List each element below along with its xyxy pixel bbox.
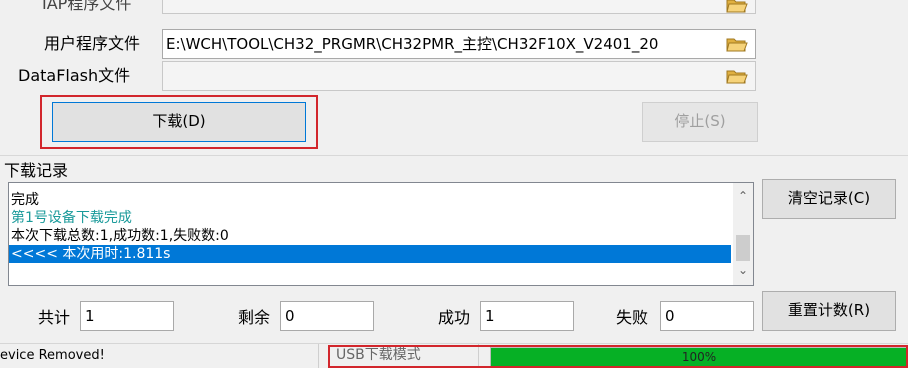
folder-open-icon[interactable] (726, 0, 748, 14)
success-count-field: 1 (480, 301, 574, 331)
group-divider (0, 155, 908, 156)
scroll-up-icon[interactable]: ⌃ (733, 189, 753, 203)
total-count-field: 1 (80, 301, 174, 331)
remaining-count-field: 0 (280, 301, 374, 331)
user-program-path-field[interactable]: E:\WCH\TOOL\CH32_PRGMR\CH32PMR_主控\CH32F1… (162, 29, 756, 59)
download-button[interactable]: 下载(D) (52, 102, 306, 142)
dataflash-path-field[interactable] (162, 61, 756, 91)
stop-button[interactable]: 停止(S) (642, 102, 758, 142)
status-message: evice Removed! (0, 348, 105, 363)
log-scrollbar[interactable]: ⌃ ⌄ (733, 183, 753, 285)
fail-label: 失败 (616, 308, 649, 327)
log-line: 本次下载总数:1,成功数:1,失败数:0 (11, 228, 229, 244)
download-log-list[interactable]: 完成 第1号设备下载完成 本次下载总数:1,成功数:1,失败数:0 <<<< 本… (8, 182, 754, 286)
dataflash-label: DataFlash文件 (18, 66, 131, 85)
folder-open-icon[interactable] (726, 67, 748, 85)
status-divider (318, 344, 319, 368)
log-line-selected: <<<< 本次用时:1.811s (9, 245, 731, 263)
user-program-label: 用户程序文件 (44, 34, 141, 53)
iap-file-label: IAP程序文件 (42, 0, 132, 13)
log-line: 完成 (11, 192, 39, 208)
folder-open-icon[interactable] (726, 35, 748, 53)
log-group-label: 下载记录 (4, 161, 69, 180)
annotation-highlight-box (328, 345, 908, 368)
scroll-down-icon[interactable]: ⌄ (733, 263, 753, 277)
success-label: 成功 (438, 308, 471, 327)
log-line: 第1号设备下载完成 (11, 210, 132, 226)
clear-log-button[interactable]: 清空记录(C) (762, 179, 896, 219)
remaining-label: 剩余 (238, 308, 271, 327)
fail-count-field: 0 (660, 301, 754, 331)
iap-file-field[interactable] (162, 0, 756, 14)
scroll-thumb[interactable] (736, 235, 750, 261)
reset-count-button[interactable]: 重置计数(R) (762, 291, 896, 331)
total-label: 共计 (38, 308, 71, 327)
